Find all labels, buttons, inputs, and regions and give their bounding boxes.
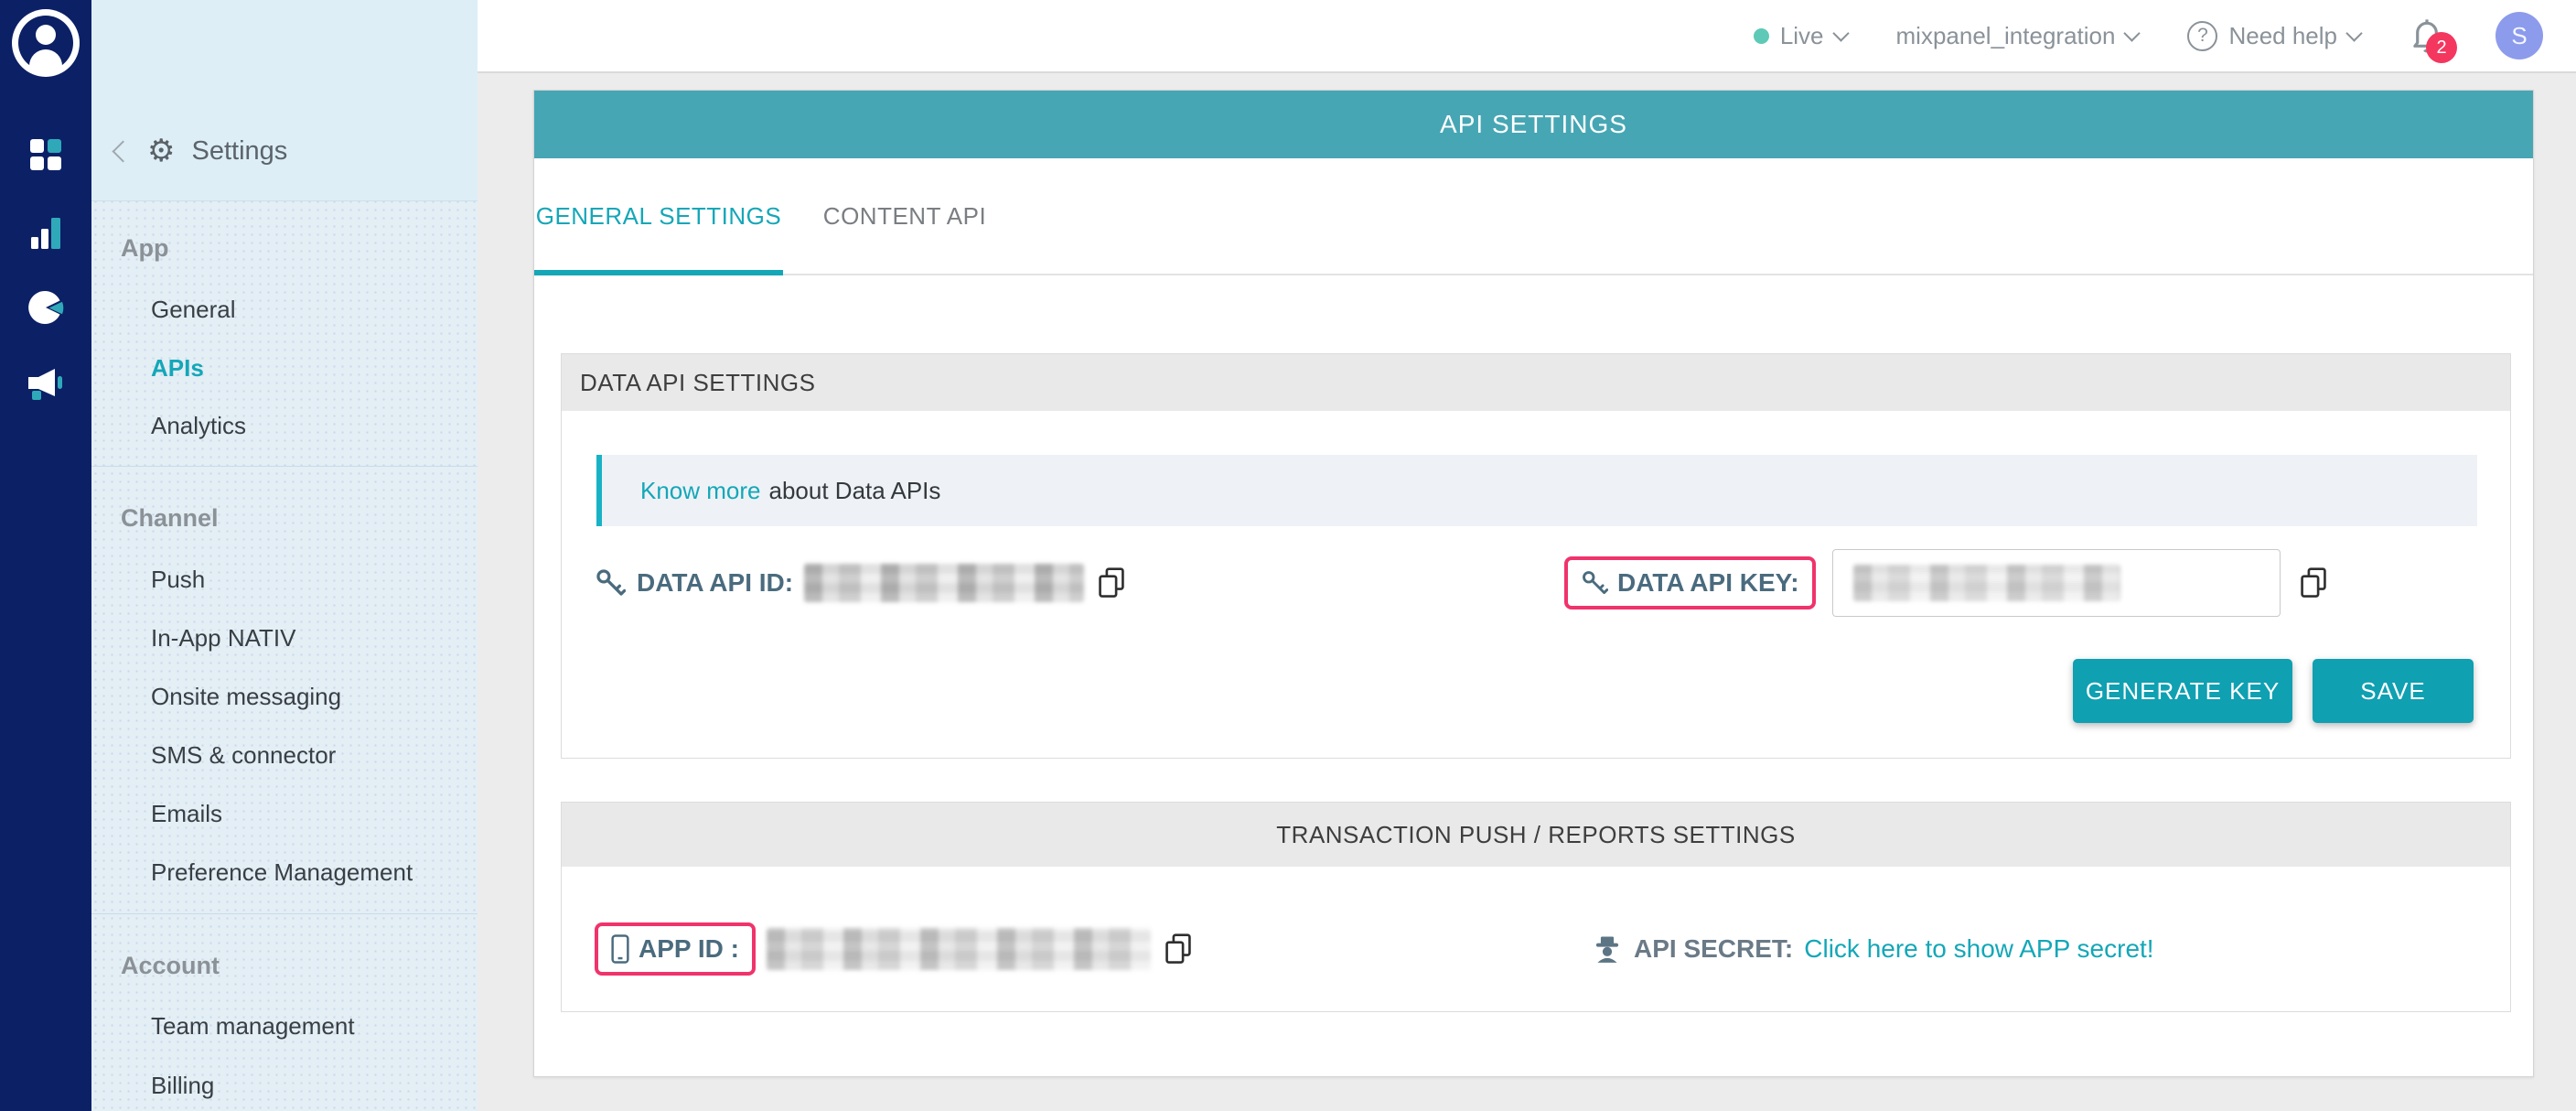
generate-key-button[interactable]: GENERATE KEY bbox=[2073, 659, 2292, 723]
mobile-phone-icon bbox=[611, 934, 629, 964]
page-title-banner: API SETTINGS bbox=[534, 91, 2533, 158]
sidebar-item-onsite-messaging[interactable]: Onsite messaging bbox=[151, 678, 341, 715]
project-name: mixpanel_integration bbox=[1896, 22, 2116, 50]
sidebar-item-general[interactable]: General bbox=[151, 291, 236, 328]
know-more-text: about Data APIs bbox=[769, 477, 941, 505]
transaction-settings-section: TRANSACTION PUSH / REPORTS SETTINGS APP … bbox=[561, 802, 2511, 1012]
back-chevron-icon[interactable] bbox=[112, 140, 134, 162]
data-api-row: DATA API ID: DATA bbox=[595, 546, 2477, 620]
analytics-bars-icon[interactable] bbox=[0, 216, 91, 249]
live-label: Live bbox=[1780, 22, 1824, 50]
tab-bar: GENERAL SETTINGS CONTENT API bbox=[534, 158, 2533, 275]
gear-icon: ⚙ bbox=[147, 135, 175, 167]
data-api-section-title: DATA API SETTINGS bbox=[562, 354, 2510, 411]
data-api-settings-section: DATA API SETTINGS Know more about Data A… bbox=[561, 353, 2511, 759]
data-api-key-input[interactable] bbox=[1832, 549, 2281, 617]
need-help-label: Need help bbox=[2228, 22, 2337, 50]
sidebar-divider bbox=[91, 913, 478, 914]
copy-icon[interactable] bbox=[1095, 566, 1128, 600]
copy-icon[interactable] bbox=[2297, 566, 2330, 600]
data-api-id-label: DATA API ID: bbox=[637, 568, 793, 598]
dashboard-grid-icon[interactable] bbox=[0, 139, 91, 170]
need-help-menu[interactable]: ? Need help bbox=[2187, 21, 2360, 51]
section-label-account: Account bbox=[121, 947, 220, 984]
chevron-down-icon bbox=[2124, 25, 2141, 41]
project-selector[interactable]: mixpanel_integration bbox=[1896, 22, 2139, 50]
sidebar-item-sms-connector[interactable]: SMS & connector bbox=[151, 737, 336, 773]
api-secret-group: API SECRET: Click here to show APP secre… bbox=[1592, 911, 2154, 987]
notification-badge: 2 bbox=[2426, 32, 2457, 63]
app-id-value-redacted bbox=[767, 928, 1151, 970]
data-api-key-value-redacted bbox=[1853, 565, 2120, 601]
sidebar-item-push[interactable]: Push bbox=[151, 561, 205, 598]
know-more-callout: Know more about Data APIs bbox=[596, 455, 2477, 526]
app-root: ⚙ Settings App General APIs Analytics Ch… bbox=[0, 0, 2576, 1111]
data-api-key-highlight: DATA API KEY: bbox=[1564, 556, 1816, 609]
tab-general-settings[interactable]: GENERAL SETTINGS bbox=[534, 158, 783, 274]
sidebar-item-preference-management[interactable]: Preference Management bbox=[151, 854, 413, 890]
sidebar-item-emails[interactable]: Emails bbox=[151, 795, 222, 832]
section-label-channel: Channel bbox=[121, 500, 219, 536]
sidebar-item-inapp-nativ[interactable]: In-App NATIV bbox=[151, 620, 295, 656]
api-settings-card: API SETTINGS GENERAL SETTINGS CONTENT AP… bbox=[533, 90, 2534, 1077]
api-secret-label: API SECRET: bbox=[1634, 934, 1793, 964]
copy-icon[interactable] bbox=[1162, 932, 1195, 966]
data-api-id-value-redacted bbox=[804, 564, 1084, 602]
transaction-row: APP ID : bbox=[595, 911, 2477, 987]
topbar: Live mixpanel_integration ? Need help 2 … bbox=[478, 0, 2576, 73]
segments-pie-icon[interactable] bbox=[0, 289, 91, 326]
key-icon bbox=[595, 567, 626, 599]
sidebar-item-analytics[interactable]: Analytics bbox=[151, 407, 246, 444]
settings-sidebar: ⚙ Settings App General APIs Analytics Ch… bbox=[91, 0, 478, 1111]
key-icon bbox=[1581, 569, 1608, 597]
secret-agent-icon bbox=[1592, 933, 1623, 965]
notifications-button[interactable]: 2 bbox=[2410, 16, 2446, 56]
sidebar-item-apis[interactable]: APIs bbox=[151, 350, 204, 386]
show-app-secret-link[interactable]: Click here to show APP secret! bbox=[1804, 934, 2153, 964]
app-id-label: APP ID : bbox=[639, 934, 739, 964]
sidebar-title: Settings bbox=[191, 136, 287, 167]
save-button[interactable]: SAVE bbox=[2313, 659, 2474, 723]
question-circle-icon: ? bbox=[2187, 21, 2217, 51]
section-label-app: App bbox=[121, 230, 168, 266]
app-id-highlight: APP ID : bbox=[595, 922, 756, 976]
chevron-down-icon bbox=[1832, 25, 1849, 41]
sidebar-header: ⚙ Settings bbox=[91, 0, 478, 201]
live-status-dot bbox=[1754, 28, 1769, 44]
data-api-actions: GENERATE KEY SAVE bbox=[2073, 659, 2474, 723]
chevron-down-icon bbox=[2345, 25, 2362, 41]
know-more-link[interactable]: Know more bbox=[640, 477, 761, 505]
tab-content-api[interactable]: CONTENT API bbox=[809, 158, 1001, 274]
main-area: API SETTINGS GENERAL SETTINGS CONTENT AP… bbox=[478, 73, 2576, 1111]
transaction-section-title: TRANSACTION PUSH / REPORTS SETTINGS bbox=[562, 803, 2510, 867]
sidebar-divider bbox=[91, 466, 478, 467]
data-api-id-group: DATA API ID: bbox=[595, 546, 1128, 620]
brand-logo-person-head bbox=[36, 25, 56, 45]
app-id-group: APP ID : bbox=[595, 911, 1195, 987]
data-api-key-group: DATA API KEY: bbox=[1564, 539, 2330, 627]
environment-selector[interactable]: Live bbox=[1754, 22, 1847, 50]
sidebar-item-team-management[interactable]: Team management bbox=[151, 1008, 355, 1044]
sidebar-item-billing[interactable]: Billing bbox=[151, 1067, 214, 1104]
nav-rail bbox=[0, 0, 91, 1111]
campaigns-megaphone-icon[interactable] bbox=[0, 366, 91, 403]
data-api-key-label: DATA API KEY: bbox=[1617, 568, 1799, 598]
brand-logo[interactable] bbox=[12, 9, 80, 77]
avatar[interactable]: S bbox=[2496, 12, 2543, 59]
